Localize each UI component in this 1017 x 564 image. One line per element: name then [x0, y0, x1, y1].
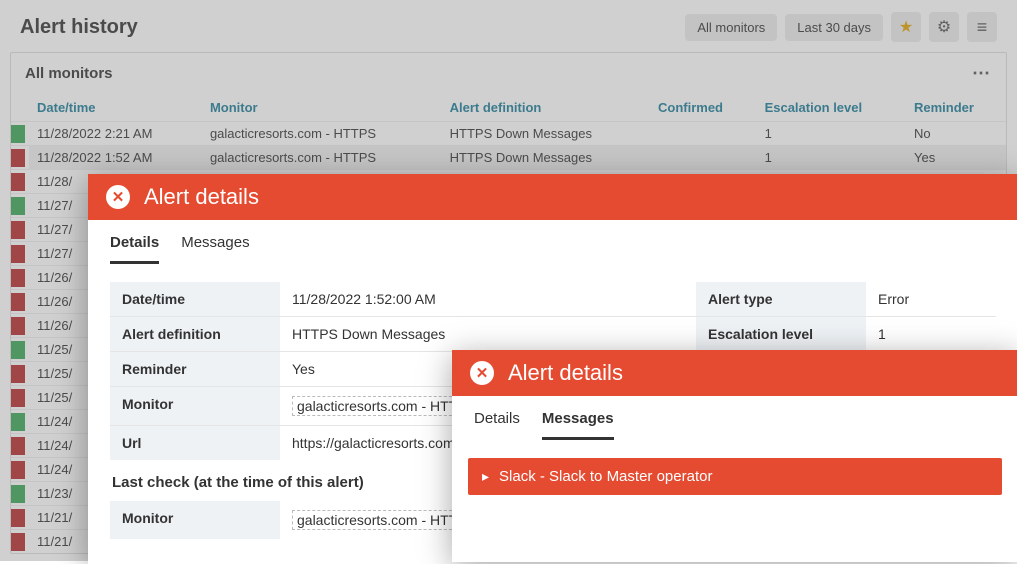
tab-details[interactable]: Details: [474, 410, 520, 440]
modal-tabs: Details Messages: [88, 220, 1017, 264]
tab-messages[interactable]: Messages: [181, 234, 249, 264]
modal2-tabs: Details Messages: [452, 396, 1017, 440]
modal-title: Alert details: [144, 184, 259, 210]
detail-value: 11/28/2022 1:52:00 AM: [280, 282, 696, 316]
close-icon: ✕: [112, 188, 125, 206]
detail-value: HTTPS Down Messages: [280, 317, 696, 351]
detail-value: 1: [866, 317, 996, 351]
modal-header: ✕ Alert details: [88, 174, 1017, 220]
detail-label: Monitor: [110, 387, 280, 425]
detail-label: Url: [110, 426, 280, 460]
close-button[interactable]: ✕: [106, 185, 130, 209]
close-icon: ✕: [476, 364, 489, 382]
message-row[interactable]: Slack - Slack to Master operator: [468, 458, 1002, 495]
modal2-header: ✕ Alert details: [452, 350, 1017, 396]
detail-row: Alert typeError: [696, 282, 996, 316]
detail-row: Escalation level1: [696, 316, 996, 351]
detail-label: Monitor: [110, 501, 280, 539]
tab-details[interactable]: Details: [110, 234, 159, 264]
modal2-title: Alert details: [508, 360, 623, 386]
detail-row: Alert definitionHTTPS Down Messages: [110, 316, 696, 351]
message-label: Slack - Slack to Master operator: [499, 468, 712, 485]
detail-label: Escalation level: [696, 317, 866, 351]
tab-messages[interactable]: Messages: [542, 410, 614, 440]
detail-label: Alert definition: [110, 317, 280, 351]
detail-label: Reminder: [110, 352, 280, 386]
detail-label: Date/time: [110, 282, 280, 316]
detail-value: Error: [866, 282, 996, 316]
alert-messages-modal: ✕ Alert details Details Messages Slack -…: [452, 350, 1017, 562]
close-button[interactable]: ✕: [470, 361, 494, 385]
detail-label: Alert type: [696, 282, 866, 316]
detail-row: Date/time11/28/2022 1:52:00 AM: [110, 282, 696, 316]
